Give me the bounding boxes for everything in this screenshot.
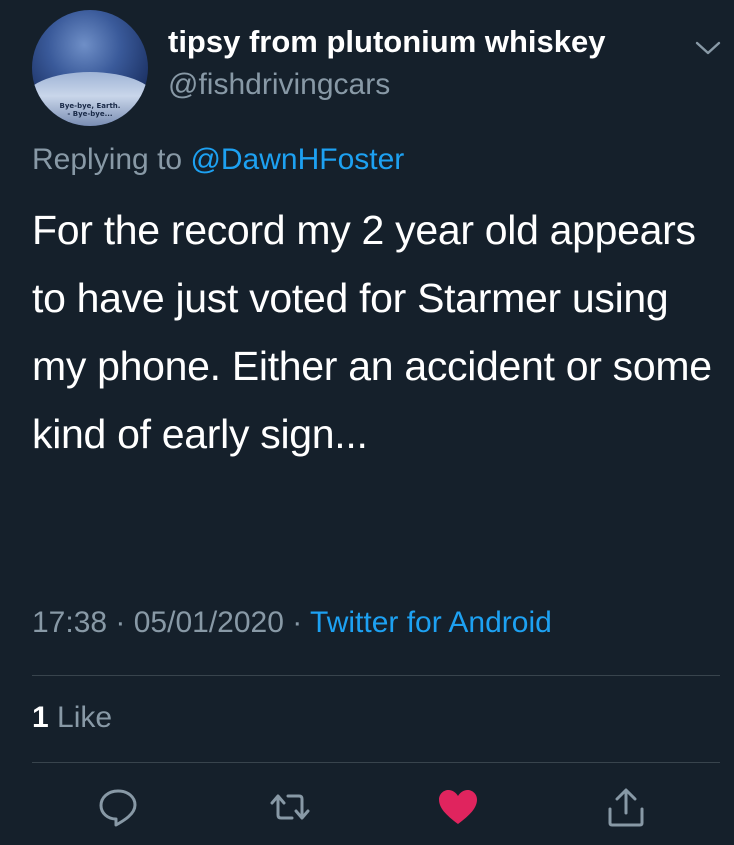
reply-mention-link[interactable]: @DawnHFoster	[190, 143, 404, 176]
tweet-source-link[interactable]: Twitter for Android	[310, 606, 552, 639]
tweet-text: For the record my 2 year old appears to …	[32, 207, 712, 457]
tweet-date: 05/01/2020	[133, 606, 284, 639]
retweet-button[interactable]	[268, 785, 312, 829]
reply-button[interactable]	[96, 785, 140, 829]
heart-filled-icon	[439, 790, 477, 824]
retweet-icon	[270, 794, 310, 820]
avatar-caption: Bye-bye, Earth. - Bye-bye...	[59, 102, 121, 118]
meta-separator: ·	[283, 606, 311, 639]
likes-label: Like	[57, 701, 113, 734]
meta-separator: ·	[107, 606, 134, 639]
avatar[interactable]: Bye-bye, Earth. - Bye-bye...	[32, 10, 148, 126]
share-button[interactable]	[604, 785, 648, 829]
tweet-time: 17:38	[32, 606, 108, 639]
divider	[32, 762, 720, 763]
tweet-detail: Bye-bye, Earth. - Bye-bye... tipsy from …	[0, 0, 734, 845]
tweet-meta: 17:38 · 05/01/2020 · Twitter for Android	[32, 606, 552, 640]
share-icon	[608, 788, 644, 827]
like-button[interactable]	[436, 785, 480, 829]
user-handle[interactable]: @fishdrivingcars	[168, 68, 390, 102]
chevron-down-icon[interactable]	[695, 38, 721, 58]
likes-count: 1	[32, 701, 49, 734]
replying-to: Replying to @DawnHFoster	[32, 143, 404, 177]
likes-stat[interactable]: 1 Like	[32, 701, 112, 735]
divider	[32, 675, 720, 676]
replying-prefix: Replying to	[32, 143, 191, 176]
display-name[interactable]: tipsy from plutonium whiskey	[168, 24, 606, 60]
comment-bubble-icon	[99, 789, 137, 827]
